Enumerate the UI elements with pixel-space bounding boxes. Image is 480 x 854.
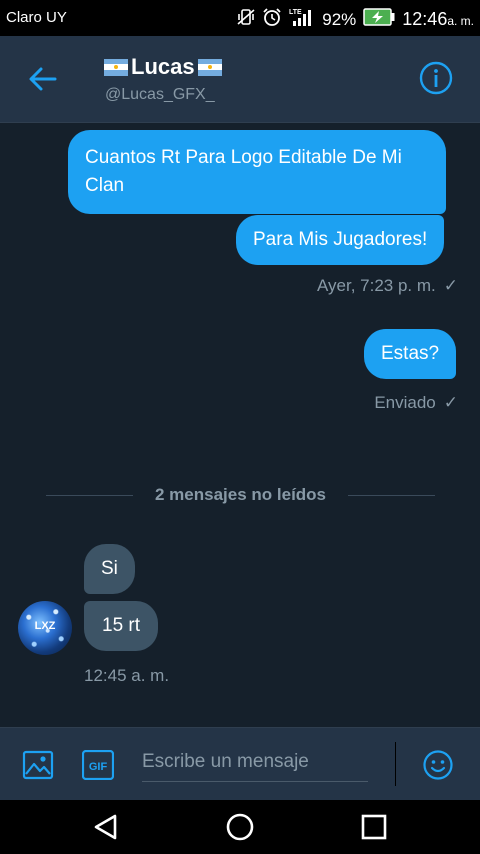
unread-divider: 2 mensajes no leídos	[46, 485, 436, 505]
status-bar: Claro UY LTE 92% 12:46a. m.	[0, 0, 480, 36]
status-icons: LTE 92% 12:46a. m.	[237, 7, 474, 32]
battery-percent: 92%	[322, 9, 357, 29]
check-icon: ✓	[443, 393, 458, 412]
recents-nav-icon[interactable]	[359, 812, 389, 842]
carrier-label: Claro UY	[6, 9, 67, 26]
image-icon[interactable]	[22, 749, 54, 781]
home-nav-icon[interactable]	[225, 812, 255, 842]
composer-divider	[395, 742, 396, 786]
contact-handle: @Lucas_GFX_	[105, 86, 215, 103]
gif-icon[interactable]: GIF	[81, 749, 115, 781]
back-nav-icon[interactable]	[91, 812, 121, 842]
message-input[interactable]: Escribe un mensaje	[142, 743, 368, 782]
lte-signal-icon: LTE	[289, 7, 315, 32]
svg-text:LTE: LTE	[289, 9, 302, 16]
info-icon[interactable]	[418, 60, 454, 96]
emoji-icon[interactable]	[422, 749, 454, 781]
divider-line	[348, 494, 436, 496]
divider-line	[46, 494, 133, 496]
alarm-icon	[262, 7, 282, 32]
svg-text:GIF: GIF	[89, 761, 108, 773]
message-timestamp: Ayer, 7:23 p. m. ✓	[316, 276, 458, 295]
back-arrow-icon[interactable]	[26, 62, 60, 96]
message-composer: GIF Escribe un mensaje	[0, 727, 480, 801]
check-icon: ✓	[443, 276, 458, 295]
sent-message[interactable]: Para Mis Jugadores!	[236, 215, 445, 265]
received-message[interactable]: 15 rt	[84, 601, 159, 651]
unread-label: 2 mensajes no leídos	[155, 485, 327, 504]
clock: 12:46a. m.	[402, 9, 474, 29]
argentina-flag-icon	[104, 58, 128, 76]
sent-message[interactable]: Estas?	[364, 329, 457, 379]
message-list[interactable]: Cuantos Rt Para Logo Editable De Mi Clan…	[0, 123, 480, 726]
sent-message[interactable]: Cuantos Rt Para Logo Editable De Mi Clan	[68, 130, 446, 214]
system-nav-bar	[0, 800, 480, 854]
message-timestamp: 12:45 a. m.	[84, 666, 170, 685]
contact-name-label: Lucas	[131, 54, 195, 79]
battery-charging-icon	[363, 8, 395, 31]
avatar[interactable]: LXZ	[18, 601, 72, 655]
vibrate-icon	[237, 8, 255, 31]
argentina-flag-icon	[197, 58, 222, 76]
conversation-header: Lucas @Lucas_GFX_	[0, 36, 480, 123]
contact-name[interactable]: Lucas	[104, 54, 222, 80]
message-status: Enviado ✓	[374, 393, 458, 412]
received-message[interactable]: Si	[84, 544, 135, 594]
